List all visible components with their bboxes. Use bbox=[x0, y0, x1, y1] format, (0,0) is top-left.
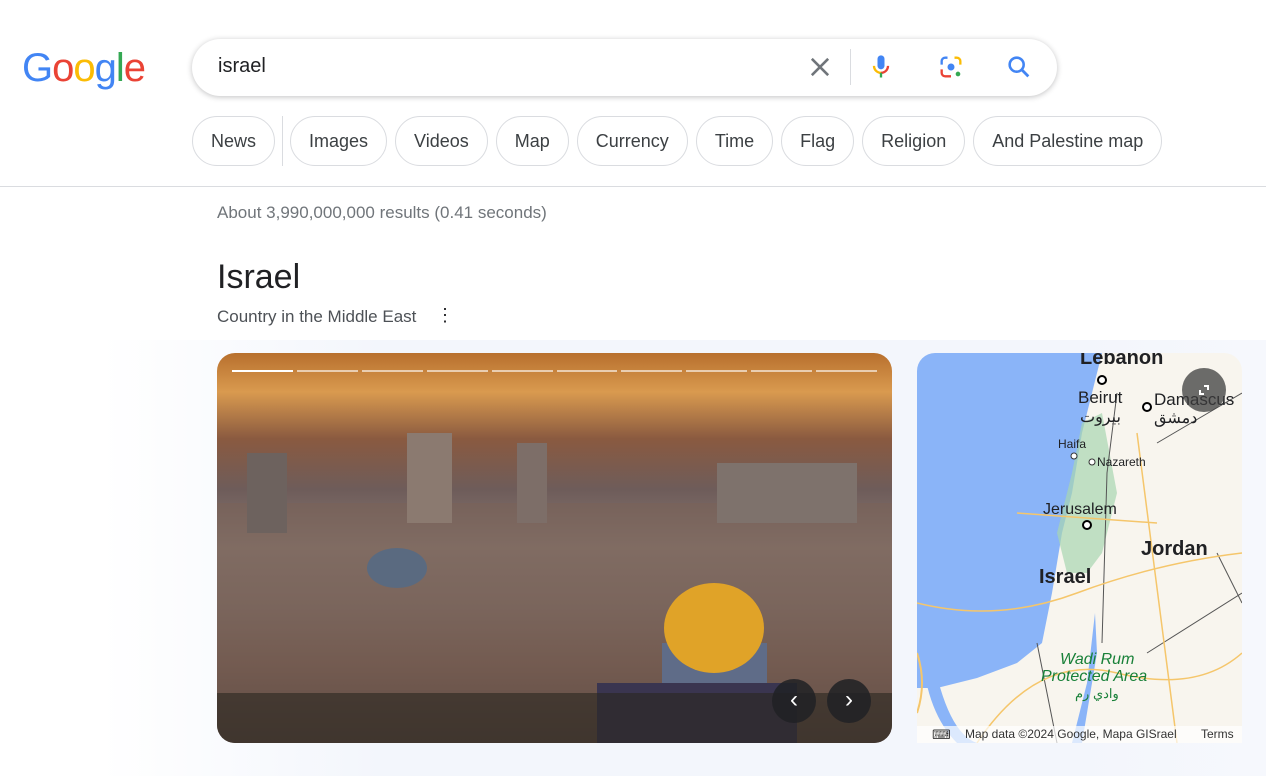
expand-icon bbox=[1199, 385, 1209, 395]
google-logo[interactable]: Google bbox=[22, 46, 146, 91]
logo-letter: g bbox=[94, 46, 117, 90]
map-label-wadi-rum-ar: وادي رم bbox=[1075, 686, 1119, 701]
map-label-israel: Israel bbox=[1039, 566, 1092, 588]
filter-chips: News Images Videos Map Currency Time Fla… bbox=[192, 116, 1163, 166]
chip-videos[interactable]: Videos bbox=[395, 116, 488, 166]
chip-flag[interactable]: Flag bbox=[781, 116, 855, 166]
logo-letter: l bbox=[115, 46, 125, 90]
carousel-progress-segment bbox=[556, 370, 618, 372]
map-attribution: Map data ©2024 Google, Mapa GISrael bbox=[965, 727, 1177, 741]
search-input[interactable]: israel bbox=[218, 55, 266, 78]
carousel-progress-segment bbox=[361, 370, 423, 372]
result-stats: About 3,990,000,000 results (0.41 second… bbox=[217, 203, 547, 222]
carousel-progress-segment bbox=[686, 370, 748, 372]
chip-time[interactable]: Time bbox=[695, 116, 774, 166]
carousel-progress-segment bbox=[232, 370, 293, 372]
map-attribution-bar: ⌨ Map data ©2024 Google, Mapa GISrael Te… bbox=[917, 726, 1242, 743]
search-icon[interactable] bbox=[1005, 53, 1033, 81]
divider bbox=[850, 49, 851, 85]
carousel-progress-segment bbox=[751, 370, 813, 372]
carousel-progress-segment bbox=[426, 370, 488, 372]
carousel-progress-segment bbox=[491, 370, 553, 372]
map-label-beirut: Beirut bbox=[1078, 388, 1123, 407]
map-label-nazareth: Nazareth bbox=[1097, 455, 1146, 469]
logo-letter: G bbox=[22, 46, 53, 90]
close-icon[interactable] bbox=[806, 53, 834, 81]
chip-palestine-map[interactable]: And Palestine map bbox=[973, 116, 1163, 166]
map-label-lebanon: Lebanon bbox=[1080, 353, 1164, 369]
search-box[interactable]: israel bbox=[192, 39, 1057, 96]
logo-letter: e bbox=[123, 46, 146, 90]
carousel-progress-segment bbox=[296, 370, 358, 372]
carousel-next-button[interactable]: › bbox=[827, 679, 871, 723]
map-label-jerusalem: Jerusalem bbox=[1043, 501, 1117, 518]
expand-map-button[interactable] bbox=[1182, 368, 1226, 412]
logo-letter: o bbox=[52, 46, 74, 90]
map-label-protected-area: Protected Area bbox=[1041, 668, 1148, 685]
chip-images[interactable]: Images bbox=[290, 116, 388, 166]
chip-divider bbox=[282, 116, 284, 166]
carousel-prev-button[interactable]: ‹ bbox=[772, 679, 816, 723]
logo-letter: o bbox=[73, 46, 95, 90]
map-label-beirut-ar: بيروت bbox=[1080, 409, 1121, 426]
chip-religion[interactable]: Religion bbox=[862, 116, 966, 166]
chip-map[interactable]: Map bbox=[495, 116, 569, 166]
map-label-wadi-rum: Wadi Rum bbox=[1060, 651, 1135, 668]
map-label-haifa: Haifa bbox=[1058, 437, 1087, 451]
chip-currency[interactable]: Currency bbox=[576, 116, 688, 166]
camera-lens-icon[interactable] bbox=[937, 53, 965, 81]
map-terms-link[interactable]: Terms bbox=[1201, 727, 1234, 741]
carousel-progress-segment bbox=[621, 370, 683, 372]
map-label-jordan: Jordan bbox=[1141, 538, 1208, 560]
more-options-icon[interactable]: ⋮ bbox=[436, 305, 454, 326]
entity-title: Israel bbox=[217, 258, 301, 296]
carousel-progress bbox=[232, 370, 878, 372]
carousel-progress-segment bbox=[816, 370, 878, 372]
mic-icon[interactable] bbox=[867, 53, 895, 81]
keyboard-icon[interactable]: ⌨ bbox=[932, 727, 951, 743]
chip-news[interactable]: News bbox=[192, 116, 276, 166]
entity-subtitle: Country in the Middle East bbox=[217, 307, 417, 326]
header-divider bbox=[0, 186, 1266, 187]
